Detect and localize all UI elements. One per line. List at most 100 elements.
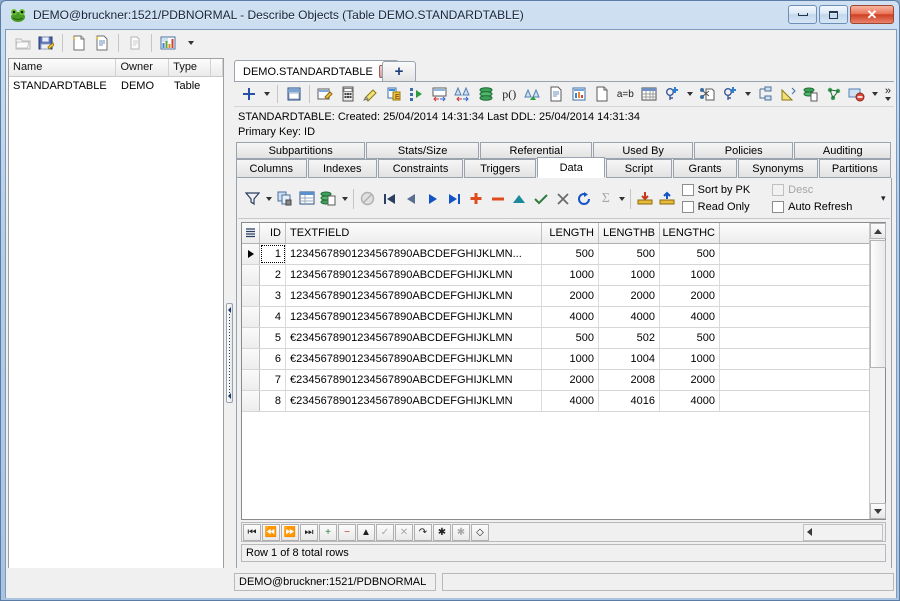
- cell-textfield[interactable]: €2345678901234567890ABCDEFGHIJKLMN: [286, 328, 542, 348]
- cell-id[interactable]: 4: [260, 307, 286, 327]
- add-icon[interactable]: [239, 83, 260, 105]
- cell-id[interactable]: 1: [260, 244, 286, 264]
- nav-star-button[interactable]: ✱: [433, 523, 451, 541]
- describe-icon[interactable]: [157, 32, 179, 54]
- maximize-button[interactable]: [819, 5, 848, 24]
- grid-vertical-scrollbar[interactable]: [869, 223, 886, 519]
- nav-refresh-button[interactable]: ↷: [414, 523, 432, 541]
- cell-lengthc[interactable]: 1000: [660, 349, 720, 369]
- row-selector[interactable]: [242, 391, 260, 411]
- row-selector[interactable]: [242, 307, 260, 327]
- tab-partitions[interactable]: Partitions: [818, 159, 891, 178]
- nav-prev-page-button[interactable]: ⏪: [262, 523, 280, 541]
- cell-length[interactable]: 500: [542, 328, 599, 348]
- tab-used-by[interactable]: Used By: [593, 142, 693, 159]
- save-icon[interactable]: [35, 32, 57, 54]
- copy-icon[interactable]: [274, 188, 296, 210]
- row-selector[interactable]: [242, 328, 260, 348]
- cell-length[interactable]: 1000: [542, 349, 599, 369]
- cancel-icon[interactable]: [847, 83, 868, 105]
- cell-textfield[interactable]: 12345678901234567890ABCDEFGHIJKLMN: [286, 307, 542, 327]
- tab-triggers[interactable]: Triggers: [464, 159, 537, 178]
- nav-edit-button[interactable]: ▲: [357, 523, 375, 541]
- first-record-icon[interactable]: [379, 188, 401, 210]
- grid-horizontal-scrollbar[interactable]: [803, 523, 883, 541]
- nav-insert-button[interactable]: +: [319, 523, 337, 541]
- cell-length[interactable]: 2000: [542, 370, 599, 390]
- sum-dropdown-arrow[interactable]: [617, 188, 628, 210]
- export-icon[interactable]: E: [384, 83, 405, 105]
- table-row[interactable]: 1 12345678901234567890ABCDEFGHIJKLMN... 50…: [242, 244, 885, 265]
- cell-textfield[interactable]: €2345678901234567890ABCDEFGHIJKLMN: [286, 349, 542, 369]
- import-icon[interactable]: [634, 188, 656, 210]
- insert-row-icon[interactable]: [465, 188, 487, 210]
- cell-lengthc[interactable]: 2000: [660, 370, 720, 390]
- run-script-icon[interactable]: [406, 83, 427, 105]
- table-window-icon[interactable]: [283, 83, 304, 105]
- data-stack-icon[interactable]: [318, 188, 340, 210]
- nav-cancel-button[interactable]: ✕: [395, 523, 413, 541]
- new-doc-icon[interactable]: [91, 32, 113, 54]
- previous-record-icon[interactable]: [400, 188, 422, 210]
- scissors-doc-icon[interactable]: [697, 83, 718, 105]
- cell-lengthb[interactable]: 502: [599, 328, 660, 348]
- table-row[interactable]: 3 12345678901234567890ABCDEFGHIJKLMN 2000 2…: [242, 286, 885, 307]
- tab-synonyms[interactable]: Synonyms: [738, 159, 818, 178]
- row-selector[interactable]: [242, 265, 260, 285]
- object-list-row[interactable]: STANDARDTABLE DEMO Table: [9, 77, 223, 94]
- auto-refresh-checkbox[interactable]: Auto Refresh: [772, 200, 874, 215]
- tab-columns[interactable]: Columns: [236, 159, 307, 178]
- cell-textfield[interactable]: €2345678901234567890ABCDEFGHIJKLMN: [286, 370, 542, 390]
- calculator-icon[interactable]: [338, 83, 359, 105]
- report-icon[interactable]: [568, 83, 589, 105]
- nav-post-button[interactable]: ✓: [376, 523, 394, 541]
- scroll-down-button[interactable]: [870, 503, 886, 519]
- next-record-icon[interactable]: [422, 188, 444, 210]
- toolbar-overflow-button[interactable]: »: [882, 83, 894, 105]
- cell-lengthb[interactable]: 4016: [599, 391, 660, 411]
- panel-splitter[interactable]: [225, 58, 234, 596]
- read-only-checkbox[interactable]: Read Only: [681, 200, 768, 215]
- close-button[interactable]: ✕: [850, 5, 894, 24]
- minimize-button[interactable]: [788, 5, 817, 24]
- cell-lengthb[interactable]: 2008: [599, 370, 660, 390]
- cell-lengthc[interactable]: 500: [660, 244, 720, 264]
- row-selector[interactable]: [242, 286, 260, 306]
- column-header-length[interactable]: LENGTH: [542, 223, 599, 243]
- cell-textfield[interactable]: 12345678901234567890ABCDEFGHIJKLMN: [286, 286, 542, 306]
- hierarchy-icon[interactable]: [755, 83, 776, 105]
- tab-data[interactable]: Data: [537, 157, 606, 178]
- cell-lengthc[interactable]: 4000: [660, 307, 720, 327]
- nav-clear-button[interactable]: ◇: [471, 523, 489, 541]
- sort-by-pk-checkbox[interactable]: Sort by PK: [681, 183, 768, 198]
- key-dropdown-arrow[interactable]: [684, 83, 694, 105]
- cell-id[interactable]: 6: [260, 349, 286, 369]
- splitter-grip[interactable]: [226, 303, 233, 403]
- cell-lengthc[interactable]: 1000: [660, 265, 720, 285]
- key-add2-icon[interactable]: [720, 83, 741, 105]
- tab-script[interactable]: Script: [606, 159, 672, 178]
- ruler-icon[interactable]: [778, 83, 799, 105]
- export-icon[interactable]: [656, 188, 678, 210]
- edit-table-icon[interactable]: [315, 83, 336, 105]
- row-selector[interactable]: [242, 370, 260, 390]
- filter-dropdown-arrow[interactable]: [264, 188, 275, 210]
- table-row[interactable]: 7 €2345678901234567890ABCDEFGHIJKLMN 2000 2…: [242, 370, 885, 391]
- select-all-icon[interactable]: [242, 223, 260, 243]
- new-page-icon[interactable]: [591, 83, 612, 105]
- scroll-up-button[interactable]: [870, 223, 886, 239]
- cell-lengthb[interactable]: 500: [599, 244, 660, 264]
- data-copy-icon[interactable]: [801, 83, 822, 105]
- sum-icon[interactable]: Σ: [595, 188, 617, 210]
- cell-lengthc[interactable]: 2000: [660, 286, 720, 306]
- column-header-lengthc[interactable]: LENGTHC: [660, 223, 720, 243]
- cell-id[interactable]: 5: [260, 328, 286, 348]
- cell-textfield[interactable]: 12345678901234567890ABCDEFGHIJKLMN...: [286, 244, 542, 264]
- tab-subpartitions[interactable]: Subpartitions: [236, 142, 366, 159]
- open-icon[interactable]: [12, 32, 34, 54]
- network-icon[interactable]: [824, 83, 845, 105]
- cell-id[interactable]: 8: [260, 391, 286, 411]
- cell-lengthb[interactable]: 2000: [599, 286, 660, 306]
- key2-dropdown-arrow[interactable]: [743, 83, 753, 105]
- tab-auditing[interactable]: Auditing: [794, 142, 892, 159]
